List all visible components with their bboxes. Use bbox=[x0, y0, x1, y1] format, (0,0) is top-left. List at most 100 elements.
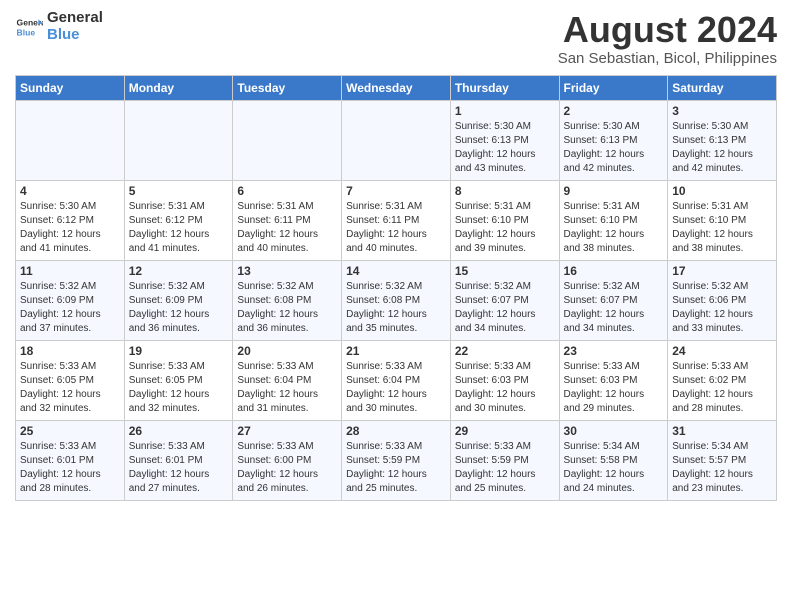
calendar-table: SundayMondayTuesdayWednesdayThursdayFrid… bbox=[15, 75, 777, 501]
day-detail: Sunrise: 5:33 AM Sunset: 5:59 PM Dayligh… bbox=[455, 440, 555, 496]
calendar-cell bbox=[342, 100, 451, 180]
day-detail: Sunrise: 5:33 AM Sunset: 6:03 PM Dayligh… bbox=[564, 360, 664, 416]
day-number: 22 bbox=[455, 344, 555, 358]
day-number: 3 bbox=[672, 104, 772, 118]
calendar-cell: 25 Sunrise: 5:33 AM Sunset: 6:01 PM Dayl… bbox=[16, 420, 125, 500]
day-number: 21 bbox=[346, 344, 446, 358]
day-number: 28 bbox=[346, 424, 446, 438]
calendar-cell: 28 Sunrise: 5:33 AM Sunset: 5:59 PM Dayl… bbox=[342, 420, 451, 500]
logo: General Blue General Blue bbox=[15, 10, 103, 43]
day-detail: Sunrise: 5:34 AM Sunset: 5:58 PM Dayligh… bbox=[564, 440, 664, 496]
day-number: 31 bbox=[672, 424, 772, 438]
day-number: 17 bbox=[672, 264, 772, 278]
day-detail: Sunrise: 5:33 AM Sunset: 6:01 PM Dayligh… bbox=[20, 440, 120, 496]
day-number: 13 bbox=[237, 264, 337, 278]
calendar-cell: 1 Sunrise: 5:30 AM Sunset: 6:13 PM Dayli… bbox=[450, 100, 559, 180]
day-detail: Sunrise: 5:30 AM Sunset: 6:13 PM Dayligh… bbox=[564, 120, 664, 176]
day-detail: Sunrise: 5:32 AM Sunset: 6:06 PM Dayligh… bbox=[672, 280, 772, 336]
day-number: 23 bbox=[564, 344, 664, 358]
day-detail: Sunrise: 5:32 AM Sunset: 6:08 PM Dayligh… bbox=[346, 280, 446, 336]
day-number: 6 bbox=[237, 184, 337, 198]
calendar-cell: 6 Sunrise: 5:31 AM Sunset: 6:11 PM Dayli… bbox=[233, 180, 342, 260]
day-detail: Sunrise: 5:33 AM Sunset: 6:04 PM Dayligh… bbox=[346, 360, 446, 416]
day-detail: Sunrise: 5:33 AM Sunset: 5:59 PM Dayligh… bbox=[346, 440, 446, 496]
day-number: 19 bbox=[129, 344, 229, 358]
day-number: 25 bbox=[20, 424, 120, 438]
weekday-header: Saturday bbox=[668, 75, 777, 100]
day-number: 8 bbox=[455, 184, 555, 198]
calendar-cell: 23 Sunrise: 5:33 AM Sunset: 6:03 PM Dayl… bbox=[559, 340, 668, 420]
calendar-cell: 10 Sunrise: 5:31 AM Sunset: 6:10 PM Dayl… bbox=[668, 180, 777, 260]
page-header: General Blue General Blue August 2024 Sa… bbox=[15, 10, 777, 67]
calendar-week-row: 4 Sunrise: 5:30 AM Sunset: 6:12 PM Dayli… bbox=[16, 180, 777, 260]
calendar-week-row: 1 Sunrise: 5:30 AM Sunset: 6:13 PM Dayli… bbox=[16, 100, 777, 180]
svg-text:Blue: Blue bbox=[17, 27, 36, 37]
calendar-cell: 7 Sunrise: 5:31 AM Sunset: 6:11 PM Dayli… bbox=[342, 180, 451, 260]
day-detail: Sunrise: 5:31 AM Sunset: 6:10 PM Dayligh… bbox=[455, 200, 555, 256]
calendar-week-row: 11 Sunrise: 5:32 AM Sunset: 6:09 PM Dayl… bbox=[16, 260, 777, 340]
calendar-cell: 3 Sunrise: 5:30 AM Sunset: 6:13 PM Dayli… bbox=[668, 100, 777, 180]
day-number: 16 bbox=[564, 264, 664, 278]
calendar-cell: 12 Sunrise: 5:32 AM Sunset: 6:09 PM Dayl… bbox=[124, 260, 233, 340]
calendar-cell: 11 Sunrise: 5:32 AM Sunset: 6:09 PM Dayl… bbox=[16, 260, 125, 340]
calendar-cell: 21 Sunrise: 5:33 AM Sunset: 6:04 PM Dayl… bbox=[342, 340, 451, 420]
calendar-cell: 19 Sunrise: 5:33 AM Sunset: 6:05 PM Dayl… bbox=[124, 340, 233, 420]
day-number: 10 bbox=[672, 184, 772, 198]
day-number: 12 bbox=[129, 264, 229, 278]
day-number: 27 bbox=[237, 424, 337, 438]
day-detail: Sunrise: 5:30 AM Sunset: 6:13 PM Dayligh… bbox=[455, 120, 555, 176]
weekday-header: Thursday bbox=[450, 75, 559, 100]
weekday-header: Sunday bbox=[16, 75, 125, 100]
calendar-cell: 9 Sunrise: 5:31 AM Sunset: 6:10 PM Dayli… bbox=[559, 180, 668, 260]
day-number: 1 bbox=[455, 104, 555, 118]
calendar-cell: 30 Sunrise: 5:34 AM Sunset: 5:58 PM Dayl… bbox=[559, 420, 668, 500]
day-number: 18 bbox=[20, 344, 120, 358]
day-number: 9 bbox=[564, 184, 664, 198]
day-number: 29 bbox=[455, 424, 555, 438]
calendar-cell bbox=[124, 100, 233, 180]
day-detail: Sunrise: 5:32 AM Sunset: 6:09 PM Dayligh… bbox=[129, 280, 229, 336]
day-detail: Sunrise: 5:33 AM Sunset: 6:05 PM Dayligh… bbox=[129, 360, 229, 416]
day-number: 20 bbox=[237, 344, 337, 358]
calendar-cell: 17 Sunrise: 5:32 AM Sunset: 6:06 PM Dayl… bbox=[668, 260, 777, 340]
calendar-cell: 31 Sunrise: 5:34 AM Sunset: 5:57 PM Dayl… bbox=[668, 420, 777, 500]
calendar-cell: 15 Sunrise: 5:32 AM Sunset: 6:07 PM Dayl… bbox=[450, 260, 559, 340]
calendar-cell: 22 Sunrise: 5:33 AM Sunset: 6:03 PM Dayl… bbox=[450, 340, 559, 420]
title-area: August 2024 San Sebastian, Bicol, Philip… bbox=[558, 10, 777, 67]
month-title: August 2024 bbox=[558, 10, 777, 50]
day-detail: Sunrise: 5:31 AM Sunset: 6:10 PM Dayligh… bbox=[564, 200, 664, 256]
day-detail: Sunrise: 5:33 AM Sunset: 6:05 PM Dayligh… bbox=[20, 360, 120, 416]
day-detail: Sunrise: 5:32 AM Sunset: 6:09 PM Dayligh… bbox=[20, 280, 120, 336]
calendar-cell bbox=[233, 100, 342, 180]
day-detail: Sunrise: 5:31 AM Sunset: 6:11 PM Dayligh… bbox=[346, 200, 446, 256]
logo-blue: Blue bbox=[47, 27, 103, 44]
day-detail: Sunrise: 5:31 AM Sunset: 6:12 PM Dayligh… bbox=[129, 200, 229, 256]
calendar-week-row: 18 Sunrise: 5:33 AM Sunset: 6:05 PM Dayl… bbox=[16, 340, 777, 420]
calendar-cell: 20 Sunrise: 5:33 AM Sunset: 6:04 PM Dayl… bbox=[233, 340, 342, 420]
calendar-cell: 18 Sunrise: 5:33 AM Sunset: 6:05 PM Dayl… bbox=[16, 340, 125, 420]
day-detail: Sunrise: 5:32 AM Sunset: 6:07 PM Dayligh… bbox=[564, 280, 664, 336]
day-detail: Sunrise: 5:31 AM Sunset: 6:11 PM Dayligh… bbox=[237, 200, 337, 256]
day-number: 26 bbox=[129, 424, 229, 438]
day-detail: Sunrise: 5:33 AM Sunset: 6:04 PM Dayligh… bbox=[237, 360, 337, 416]
day-number: 11 bbox=[20, 264, 120, 278]
day-detail: Sunrise: 5:33 AM Sunset: 6:03 PM Dayligh… bbox=[455, 360, 555, 416]
day-detail: Sunrise: 5:33 AM Sunset: 6:02 PM Dayligh… bbox=[672, 360, 772, 416]
day-number: 4 bbox=[20, 184, 120, 198]
calendar-cell: 5 Sunrise: 5:31 AM Sunset: 6:12 PM Dayli… bbox=[124, 180, 233, 260]
day-number: 14 bbox=[346, 264, 446, 278]
calendar-week-row: 25 Sunrise: 5:33 AM Sunset: 6:01 PM Dayl… bbox=[16, 420, 777, 500]
day-detail: Sunrise: 5:32 AM Sunset: 6:08 PM Dayligh… bbox=[237, 280, 337, 336]
day-detail: Sunrise: 5:31 AM Sunset: 6:10 PM Dayligh… bbox=[672, 200, 772, 256]
day-detail: Sunrise: 5:32 AM Sunset: 6:07 PM Dayligh… bbox=[455, 280, 555, 336]
day-number: 15 bbox=[455, 264, 555, 278]
location-subtitle: San Sebastian, Bicol, Philippines bbox=[558, 50, 777, 67]
calendar-cell: 4 Sunrise: 5:30 AM Sunset: 6:12 PM Dayli… bbox=[16, 180, 125, 260]
day-number: 2 bbox=[564, 104, 664, 118]
day-detail: Sunrise: 5:33 AM Sunset: 6:00 PM Dayligh… bbox=[237, 440, 337, 496]
calendar-cell: 29 Sunrise: 5:33 AM Sunset: 5:59 PM Dayl… bbox=[450, 420, 559, 500]
calendar-cell: 24 Sunrise: 5:33 AM Sunset: 6:02 PM Dayl… bbox=[668, 340, 777, 420]
calendar-cell bbox=[16, 100, 125, 180]
weekday-header: Tuesday bbox=[233, 75, 342, 100]
logo-general: General bbox=[47, 10, 103, 27]
